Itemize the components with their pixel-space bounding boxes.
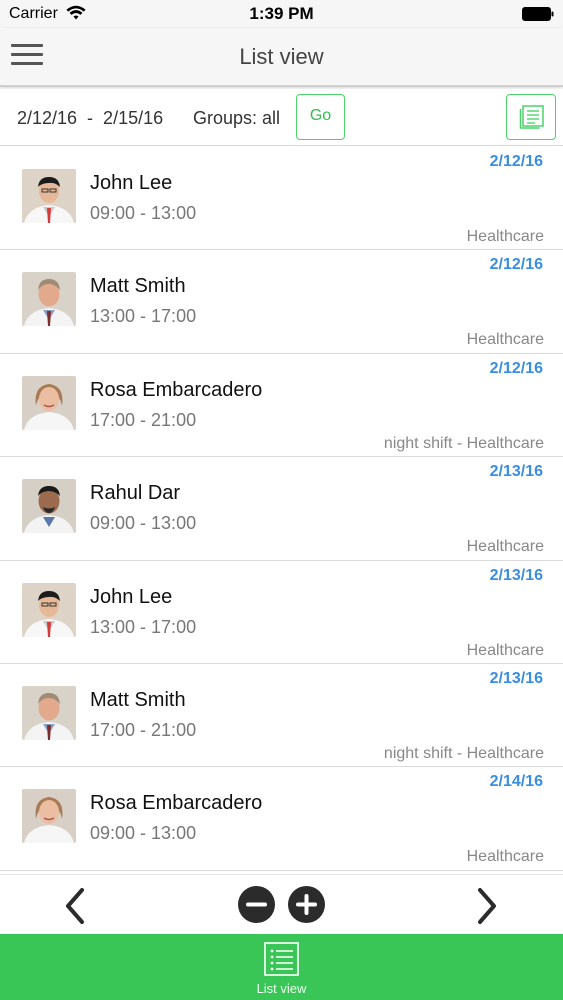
- shift-group: Healthcare: [466, 848, 544, 866]
- battery-icon: [522, 7, 554, 21]
- report-list-icon: [519, 105, 544, 129]
- shift-name: Matt Smith: [90, 275, 186, 298]
- nav-bar: List view: [0, 28, 563, 87]
- shift-group: night shift - Healthcare: [383, 744, 544, 762]
- shift-row[interactable]: Matt Smith 17:00 - 21:00 2/13/16 night s…: [0, 664, 563, 768]
- shift-time: 17:00 - 21:00: [90, 409, 197, 430]
- previous-button[interactable]: [60, 887, 92, 925]
- avatar: [22, 479, 76, 534]
- shift-list[interactable]: John Lee 09:00 - 13:00 2/12/16 Healthcar…: [0, 147, 563, 873]
- next-button[interactable]: [470, 887, 502, 925]
- avatar: [22, 789, 76, 844]
- shift-row[interactable]: John Lee 13:00 - 17:00 2/13/16 Healthcar…: [0, 561, 563, 664]
- shift-name: Rosa Embarcadero: [90, 792, 263, 815]
- shift-row[interactable]: John Lee 09:00 - 13:00 2/12/16 Healthcar…: [0, 147, 563, 251]
- pager-bar: [0, 874, 563, 934]
- shift-name: John Lee: [90, 172, 173, 194]
- date-range-label[interactable]: 2/12/16 - 2/15/16: [17, 108, 163, 129]
- minus-circle-icon: [246, 902, 267, 907]
- list-icon: [264, 942, 299, 976]
- shift-date: 2/12/16: [489, 256, 543, 274]
- shift-date: 2/12/16: [489, 359, 543, 377]
- zoom-out-button[interactable]: [238, 886, 275, 923]
- report-button[interactable]: [506, 94, 556, 140]
- zoom-in-button[interactable]: [288, 886, 325, 923]
- groups-filter-label[interactable]: Groups: all: [193, 108, 280, 129]
- shift-date: 2/13/16: [489, 463, 543, 481]
- shift-row[interactable]: Rosa Embarcadero 09:00 - 13:00 2/14/16 H…: [0, 767, 563, 871]
- chevron-right-icon: [478, 888, 496, 924]
- avatar: [22, 169, 76, 223]
- shift-name: Matt Smith: [90, 688, 186, 711]
- avatar: [22, 582, 76, 637]
- plus-circle-icon: [296, 894, 317, 915]
- chevron-left-icon: [66, 888, 84, 924]
- status-time: 1:39 PM: [249, 4, 314, 23]
- status-bar: Carrier 1:39 PM: [0, 0, 563, 28]
- shift-row[interactable]: Matt Smith 13:00 - 17:00 2/12/16 Healthc…: [0, 250, 563, 354]
- shift-row[interactable]: Rahul Dar 09:00 - 13:00 2/13/16 Healthca…: [0, 457, 563, 561]
- shift-group: Healthcare: [466, 228, 544, 245]
- page-title: List view: [239, 44, 324, 69]
- avatar: [22, 272, 76, 327]
- shift-date: 2/14/16: [489, 773, 543, 791]
- shift-date: 2/13/16: [489, 566, 543, 584]
- shift-time: 17:00 - 21:00: [90, 719, 197, 740]
- shift-name: Rosa Embarcadero: [90, 378, 263, 401]
- shift-group: night shift - Healthcare: [383, 434, 544, 452]
- filter-bar: 2/12/16 - 2/15/16 Groups: all Go: [0, 89, 563, 146]
- go-button[interactable]: Go: [296, 94, 345, 140]
- shift-name: John Lee: [90, 585, 173, 608]
- shift-name: Rahul Dar: [90, 482, 181, 505]
- shift-time: 09:00 - 13:00: [90, 823, 197, 844]
- shift-time: 13:00 - 17:00: [90, 616, 197, 637]
- shift-group: Healthcare: [466, 331, 544, 349]
- tab-label: List view: [256, 981, 307, 996]
- shift-group: Healthcare: [466, 641, 544, 659]
- avatar: [22, 375, 76, 430]
- shift-group: Healthcare: [466, 538, 544, 556]
- shift-date: 2/12/16: [489, 153, 543, 170]
- tab-list-view[interactable]: List view: [0, 934, 563, 1000]
- shift-row[interactable]: Rosa Embarcadero 17:00 - 21:00 2/12/16 n…: [0, 354, 563, 458]
- shift-time: 13:00 - 17:00: [90, 306, 197, 327]
- avatar: [22, 685, 76, 740]
- shift-time: 09:00 - 13:00: [90, 203, 197, 223]
- shift-date: 2/13/16: [489, 669, 543, 687]
- shift-time: 09:00 - 13:00: [90, 513, 197, 534]
